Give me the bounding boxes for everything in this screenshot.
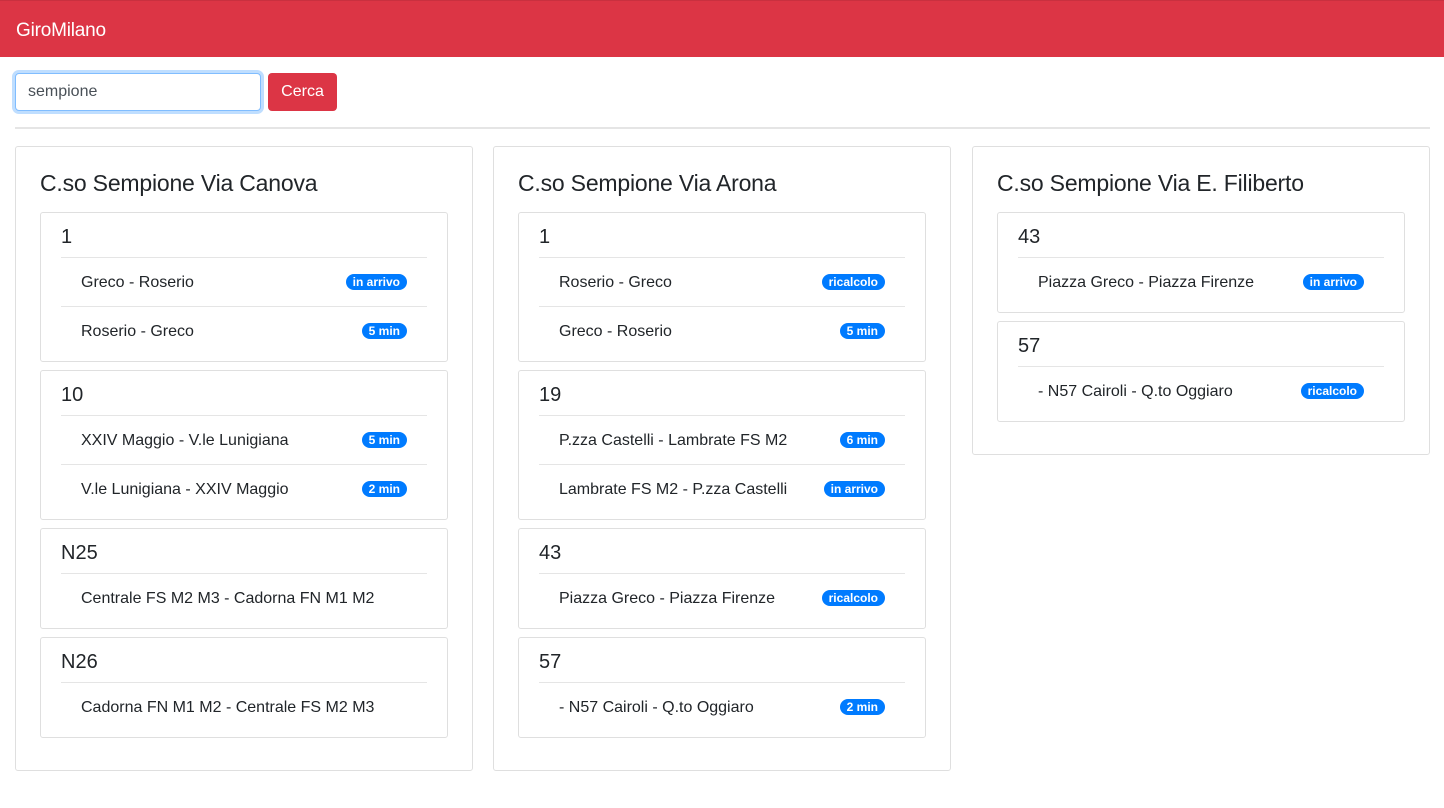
direction-list: P.zza Castelli - Lambrate FS M2 6 min Lamb… [539,416,905,514]
arrival-badge: 5 min [361,323,407,339]
direction-list: - N57 Cairoli - Q.to Oggiaro 2 min [539,683,905,732]
line-card: 1 Roserio - Greco ricalcolo Greco - Roserio… [518,212,926,362]
arrival-badge: in arrivo [345,274,407,290]
direction-name: Lambrate FS M2 - P.zza Castelli [559,481,788,498]
arrival-badge: ricalcolo [821,274,885,290]
direction-name: - N57 Cairoli - Q.to Oggiaro [559,699,754,716]
line-card: 43 Piazza Greco - Piazza Firenze ricalcolo [518,528,926,629]
arrival-badge: 6 min [839,432,885,448]
line-card: 57 - N57 Cairoli - Q.to Oggiaro 2 min [518,637,926,738]
arrival-badge: 2 min [361,481,407,497]
line-number: 43 [1018,225,1384,258]
direction-row: Lambrate FS M2 - P.zza Castelli in arrivo [539,465,905,514]
line-number: N25 [61,541,427,574]
direction-name: Piazza Greco - Piazza Firenze [559,590,776,607]
direction-row: Cadorna FN M1 M2 - Centrale FS M2 M3 [61,683,427,732]
search-button[interactable]: Cerca [268,73,337,111]
line-card: 57 - N57 Cairoli - Q.to Oggiaro ricalcolo [997,321,1405,422]
divider [15,127,1430,129]
direction-row: Greco - Roserio 5 min [539,307,905,356]
line-number: 1 [539,225,905,258]
line-number: 1 [61,225,427,258]
direction-list: XXIV Maggio - V.le Lunigiana 5 min V.le Lu… [61,416,427,514]
direction-row: Piazza Greco - Piazza Firenze in arrivo [1018,258,1384,307]
direction-list: - N57 Cairoli - Q.to Oggiaro ricalcolo [1018,367,1384,416]
direction-list: Piazza Greco - Piazza Firenze ricalcolo [539,574,905,623]
brand-logo-text[interactable]: GiroMilano [16,20,106,42]
direction-name: Roserio - Greco [81,323,194,340]
navbar: GiroMilano [0,0,1444,57]
direction-list: Cadorna FN M1 M2 - Centrale FS M2 M3 [61,683,427,732]
direction-list: Greco - Roserio in arrivo Roserio - Greco 5… [61,258,427,356]
arrival-badge: 2 min [839,699,885,715]
stop-card: C.so Sempione Via E. Filiberto 43 Piazza G… [972,146,1430,455]
direction-row: Roserio - Greco 5 min [61,307,427,356]
line-number: 10 [61,383,427,416]
direction-name: - N57 Cairoli - Q.to Oggiaro [1038,383,1233,400]
line-card: 19 P.zza Castelli - Lambrate FS M2 6 min La… [518,370,926,520]
direction-name: V.le Lunigiana - XXIV Maggio [81,481,289,498]
line-card: N26 Cadorna FN M1 M2 - Centrale FS M2 M3 [40,637,448,738]
arrival-badge: in arrivo [1302,274,1364,290]
line-number: 57 [1018,334,1384,367]
direction-row: V.le Lunigiana - XXIV Maggio 2 min [61,465,427,514]
arrival-badge: ricalcolo [821,590,885,606]
line-number: 57 [539,650,905,683]
direction-row: XXIV Maggio - V.le Lunigiana 5 min [61,416,427,465]
stop-title: C.so Sempione Via Arona [518,170,777,196]
line-card: N25 Centrale FS M2 M3 - Cadorna FN M1 M2 [40,528,448,629]
direction-name: P.zza Castelli - Lambrate FS M2 [559,432,788,449]
direction-list: Centrale FS M2 M3 - Cadorna FN M1 M2 [61,574,427,623]
direction-name: XXIV Maggio - V.le Lunigiana [81,432,289,449]
direction-name: Greco - Roserio [81,274,194,291]
arrival-badge: in arrivo [823,481,885,497]
arrival-badge: 5 min [839,323,885,339]
direction-name: Roserio - Greco [559,274,672,291]
arrival-badge: ricalcolo [1300,383,1364,399]
arrival-badge: 5 min [361,432,407,448]
line-number: 43 [539,541,905,574]
direction-list: Roserio - Greco ricalcolo Greco - Roserio 5… [539,258,905,356]
direction-name: Centrale FS M2 M3 - Cadorna FN M1 M2 [81,590,375,607]
line-number: N26 [61,650,427,683]
direction-list: Piazza Greco - Piazza Firenze in arrivo [1018,258,1384,307]
direction-name: Piazza Greco - Piazza Firenze [1038,274,1255,291]
direction-row: Roserio - Greco ricalcolo [539,258,905,307]
search-input[interactable] [15,73,261,111]
stop-title: C.so Sempione Via Canova [40,170,318,196]
line-number: 19 [539,383,905,416]
direction-name: Cadorna FN M1 M2 - Centrale FS M2 M3 [81,699,375,716]
line-card: 1 Greco - Roserio in arrivo Roserio - Greco… [40,212,448,362]
stop-title: C.so Sempione Via E. Filiberto [997,170,1304,196]
line-card: 43 Piazza Greco - Piazza Firenze in arrivo [997,212,1405,313]
direction-row: Piazza Greco - Piazza Firenze ricalcolo [539,574,905,623]
line-card: 10 XXIV Maggio - V.le Lunigiana 5 min V.le … [40,370,448,520]
direction-row: - N57 Cairoli - Q.to Oggiaro 2 min [539,683,905,732]
stop-card: C.so Sempione Via Arona 1 Roserio - Greco r… [493,146,951,771]
direction-row: P.zza Castelli - Lambrate FS M2 6 min [539,416,905,465]
stop-card: C.so Sempione Via Canova 1 Greco - Roserio… [15,146,473,771]
direction-row: Greco - Roserio in arrivo [61,258,427,307]
direction-name: Greco - Roserio [559,323,672,340]
direction-row: Centrale FS M2 M3 - Cadorna FN M1 M2 [61,574,427,623]
direction-row: - N57 Cairoli - Q.to Oggiaro ricalcolo [1018,367,1384,416]
